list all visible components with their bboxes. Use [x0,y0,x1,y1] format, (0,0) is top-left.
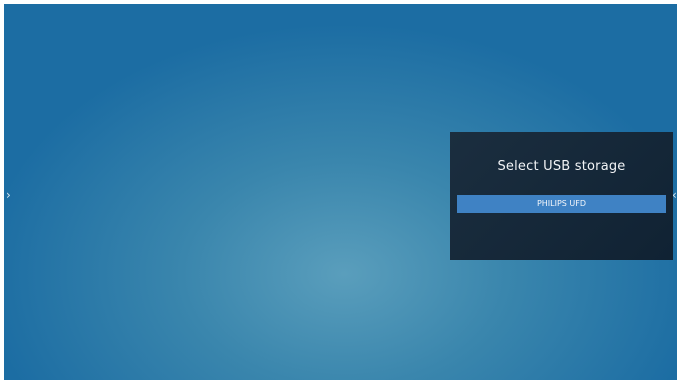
screen-background: › ‹ Select USB storage PHILIPS UFD [4,4,677,380]
usb-option-philips-ufd[interactable]: PHILIPS UFD [457,195,666,213]
chevron-right-icon[interactable]: › [6,189,11,201]
usb-storage-dialog: Select USB storage PHILIPS UFD [450,132,673,260]
dialog-title: Select USB storage [497,159,626,174]
